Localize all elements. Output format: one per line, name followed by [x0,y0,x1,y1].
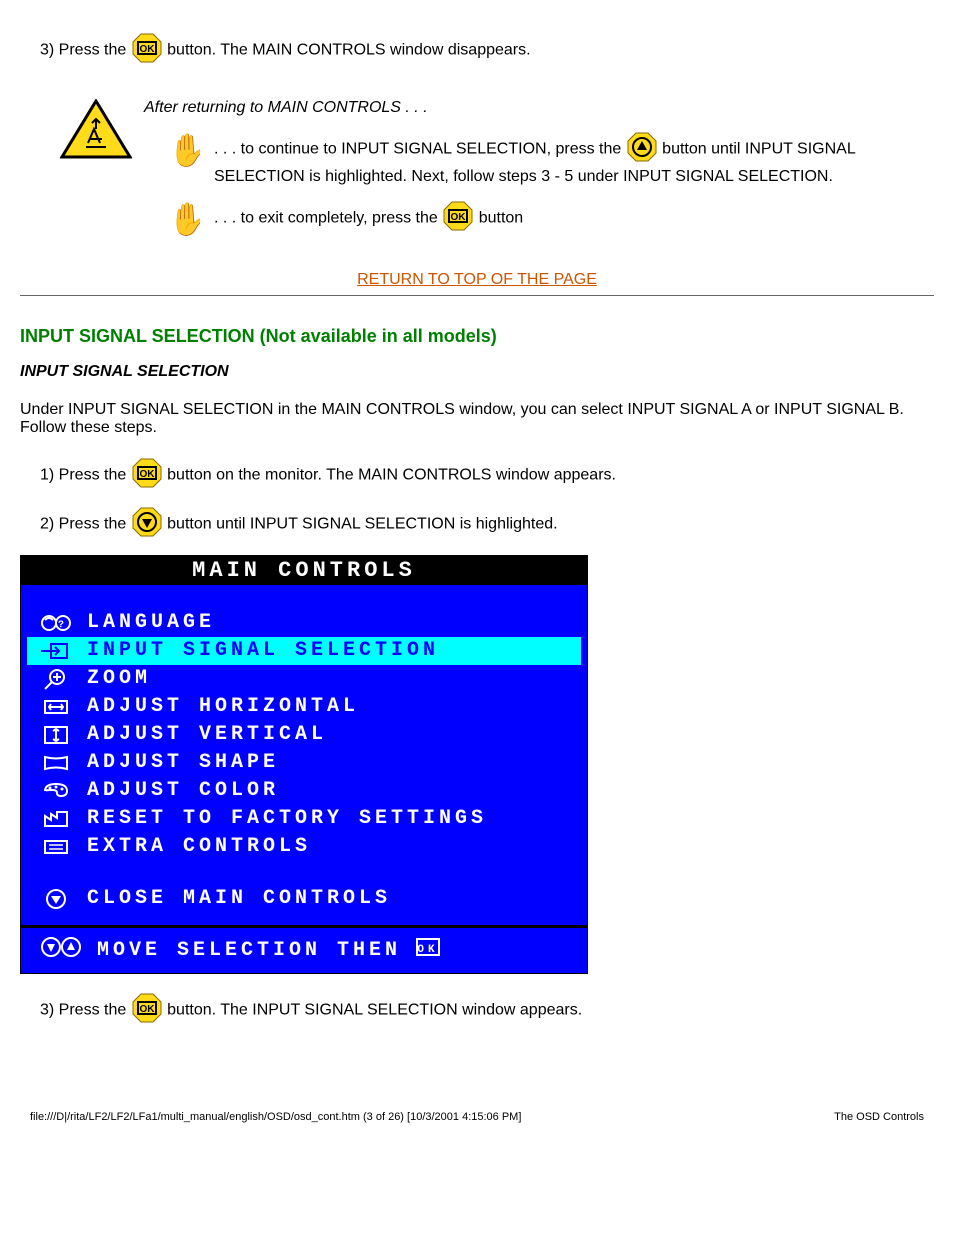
svg-text:OK: OK [417,944,438,956]
ok-button-icon: OK [131,992,163,1029]
smart-exit-text: . . . to exit completely, press the OK b… [214,200,523,237]
divider [20,295,934,296]
svg-text:?: ? [58,620,68,631]
osd-item-input-signal: INPUT SIGNAL SELECTION [27,637,581,665]
adjust-vertical-icon [39,724,73,746]
step-2: 2) Press the button until INPUT SIGNAL S… [20,506,934,543]
ok-box-icon: OK [415,937,441,964]
osd-item-adjust-vertical: ADJUST VERTICAL [27,721,581,749]
ok-button-icon: OK [131,457,163,494]
adjust-shape-icon [39,752,73,774]
ok-button-icon: OK [131,32,163,69]
step-1: 1) Press the OK button on the monitor. T… [20,457,934,494]
language-icon: ? [39,612,73,634]
osd-item-adjust-shape: ADJUST SHAPE [27,749,581,777]
osd-item-adjust-horizontal: ADJUST HORIZONTAL [27,693,581,721]
osd-item-language: ? LANGUAGE [27,609,581,637]
input-signal-icon [39,640,73,662]
down-button-icon [131,506,163,543]
osd-item-extra-controls: EXTRA CONTROLS [27,833,581,861]
step-3-post: button. The MAIN CONTROLS window disappe… [167,42,530,59]
warning-triangle-icon [60,99,132,166]
osd-item-factory-reset: RESET TO FACTORY SETTINGS [27,805,581,833]
return-top-link[interactable]: RETURN TO TOP OF THE PAGE [357,271,597,288]
svg-text:✋: ✋ [168,132,200,167]
step-3-top: 3) Press the OK button. The MAIN CONTROL… [20,32,934,69]
step-3-pre: 3) Press the [40,42,131,59]
close-down-icon [39,888,73,910]
extra-controls-icon [39,836,73,858]
up-button-icon [626,131,658,168]
osd-item-zoom: ZOOM [27,665,581,693]
warning-text: After returning to MAIN CONTROLS . . . [144,99,934,117]
zoom-icon [39,668,73,690]
svg-text:OK: OK [139,469,155,480]
sub-title: INPUT SIGNAL SELECTION [20,363,934,381]
osd-item-adjust-color: ADJUST COLOR [27,777,581,805]
section-title: INPUT SIGNAL SELECTION (Not available in… [20,326,934,347]
footer-title: The OSD Controls [834,1111,924,1123]
footer-path: file:///D|/rita/LF2/LF2/LFa1/multi_manua… [30,1111,521,1123]
svg-text:✋: ✋ [168,201,200,236]
adjust-horizontal-icon [39,696,73,718]
smart-help-icon: ✋ [164,131,200,172]
intro-text: Under INPUT SIGNAL SELECTION in the MAIN… [20,401,934,437]
osd-footer: MOVE SELECTION THEN OK [21,928,587,973]
factory-icon [39,808,73,830]
smart-help-icon: ✋ [164,200,200,241]
osd-close-row: CLOSE MAIN CONTROLS [27,885,581,913]
warning-row: After returning to MAIN CONTROLS . . . ✋… [20,99,934,241]
svg-text:OK: OK [451,212,467,223]
up-down-icon [39,936,83,965]
smart-continue-text: . . . to continue to INPUT SIGNAL SELECT… [214,131,934,186]
svg-text:OK: OK [139,44,155,55]
step-3-bottom: 3) Press the OK button. The INPUT SIGNAL… [20,992,934,1029]
adjust-color-icon [39,780,73,802]
ok-button-icon: OK [442,200,474,237]
page-footer: file:///D|/rita/LF2/LF2/LFa1/multi_manua… [0,1081,954,1133]
svg-text:OK: OK [139,1004,155,1015]
osd-title: MAIN CONTROLS [21,556,587,585]
osd-window: MAIN CONTROLS ? LANGUAGE [20,555,588,974]
